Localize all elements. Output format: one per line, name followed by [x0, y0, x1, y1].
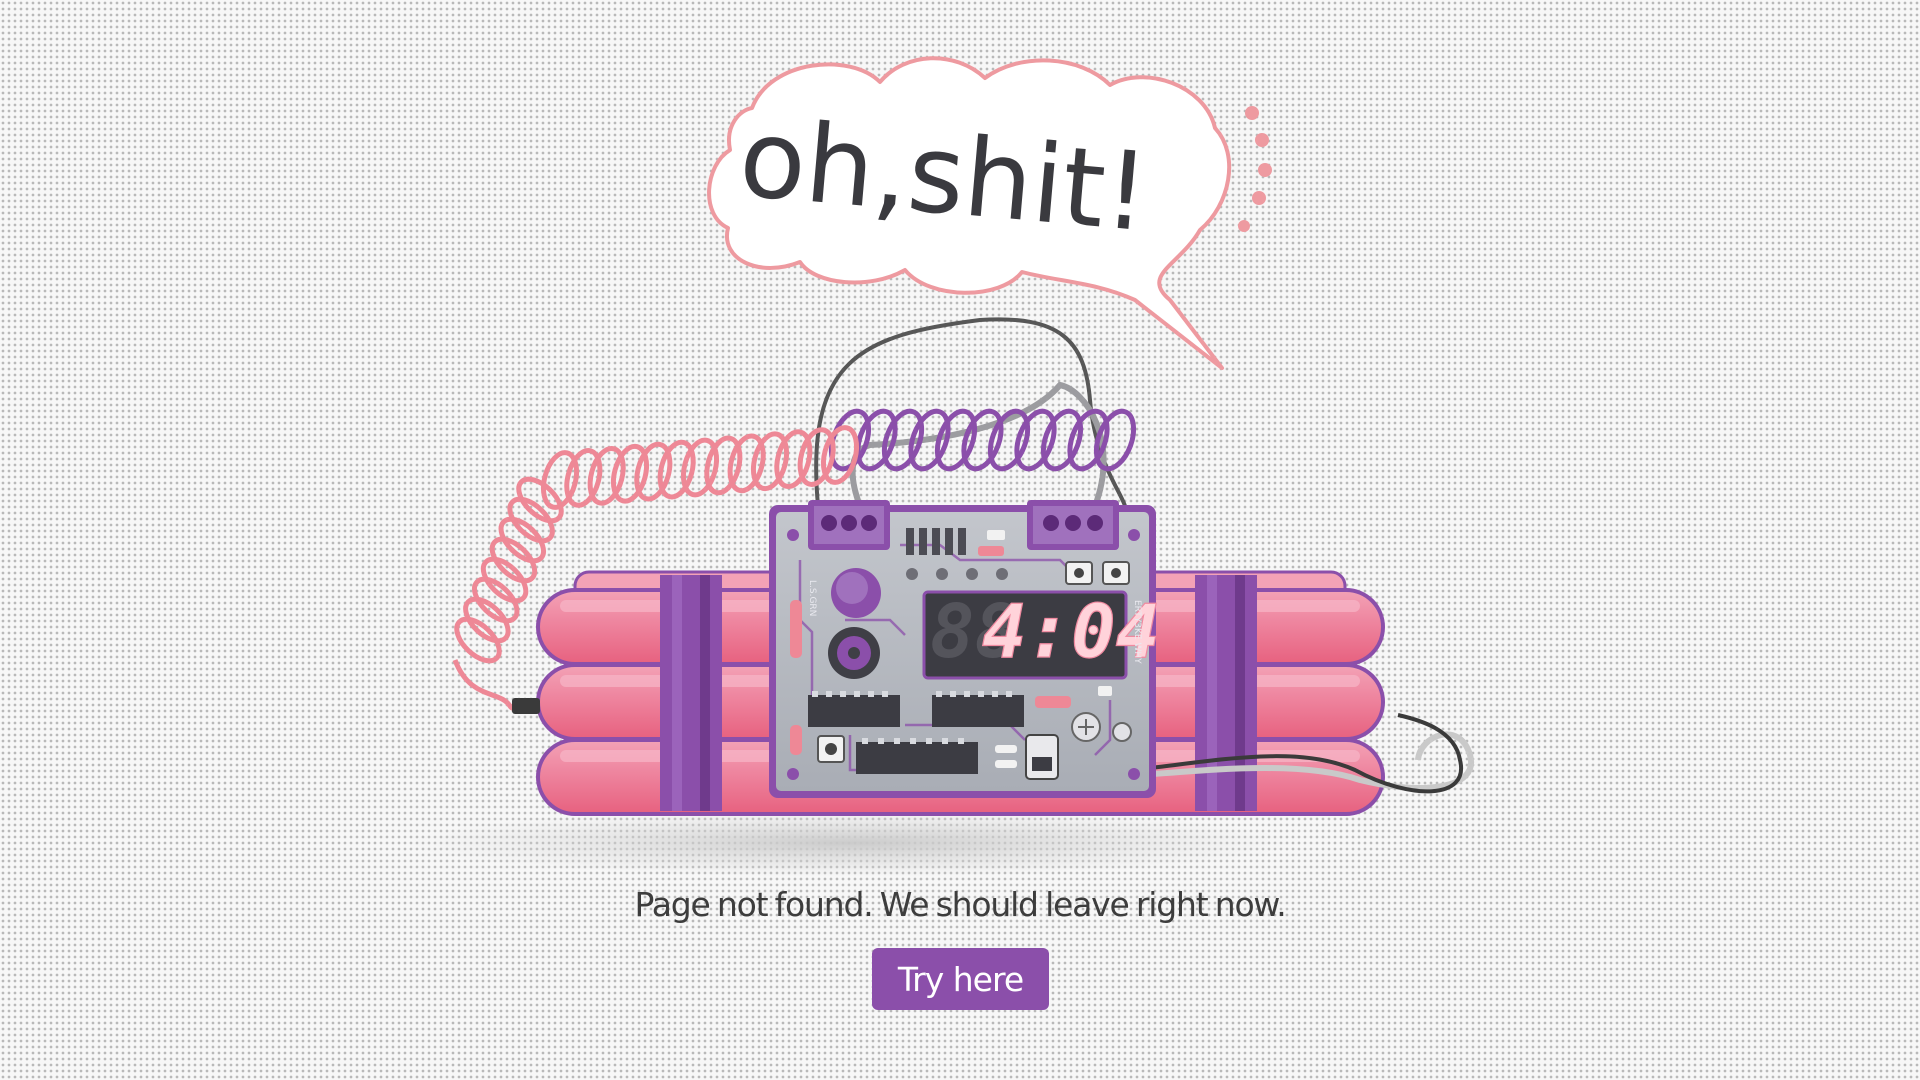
time-bomb-icon: 88 4:04 ERTY3KE WHY L.S.GRN — [769, 500, 1161, 798]
speech-bubble-icon: oh,shit! — [707, 56, 1272, 370]
bomb-shadow — [410, 809, 1290, 877]
try-here-button[interactable]: Try here — [872, 948, 1049, 1010]
plug-left — [512, 698, 540, 714]
error-message: Page not found. We should leave right no… — [634, 885, 1287, 924]
svg-text:L.S.GRN: L.S.GRN — [807, 580, 817, 616]
svg-text:ERTY3KE WHY: ERTY3KE WHY — [1132, 600, 1142, 664]
